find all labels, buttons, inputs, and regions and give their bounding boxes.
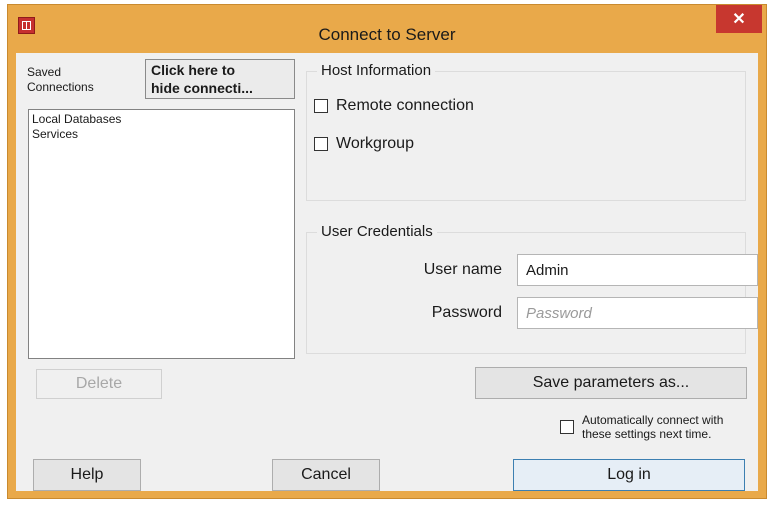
dialog-window: Connect to Server ✕ Saved Connections Cl… bbox=[7, 4, 767, 499]
dialog-body: Saved Connections Click here to hide con… bbox=[16, 53, 758, 491]
username-input[interactable] bbox=[517, 254, 758, 286]
cancel-button[interactable]: Cancel bbox=[272, 459, 380, 491]
delete-button[interactable]: Delete bbox=[36, 369, 162, 399]
auto-connect-checkbox[interactable] bbox=[560, 420, 574, 434]
list-item[interactable]: Services bbox=[32, 127, 291, 142]
login-button[interactable]: Log in bbox=[513, 459, 745, 491]
close-button[interactable]: ✕ bbox=[716, 5, 762, 33]
auto-connect-row[interactable]: Automatically connect with these setting… bbox=[560, 413, 723, 441]
user-credentials-title: User Credentials bbox=[317, 223, 437, 240]
workgroup-checkbox[interactable] bbox=[314, 137, 328, 151]
workgroup-label: Workgroup bbox=[336, 135, 414, 152]
saved-connections-label: Saved Connections bbox=[27, 65, 94, 94]
help-button[interactable]: Help bbox=[33, 459, 141, 491]
auto-connect-label: Automatically connect with these setting… bbox=[582, 413, 724, 441]
save-parameters-button[interactable]: Save parameters as... bbox=[475, 367, 747, 399]
remote-connection-checkbox[interactable] bbox=[314, 99, 328, 113]
password-input[interactable] bbox=[517, 297, 758, 329]
title-bar[interactable]: Connect to Server ✕ bbox=[8, 5, 766, 52]
remote-connection-label: Remote connection bbox=[336, 97, 474, 114]
host-information-title: Host Information bbox=[317, 62, 436, 79]
list-item[interactable]: Local Databases bbox=[32, 112, 291, 127]
host-information-group: Host Information Remote connection Workg… bbox=[306, 62, 746, 201]
workgroup-row[interactable]: Workgroup bbox=[314, 135, 414, 153]
user-credentials-group: User Credentials User name Password bbox=[306, 223, 758, 354]
remote-connection-row[interactable]: Remote connection bbox=[314, 97, 474, 115]
hide-connections-button[interactable]: Click here to hide connecti... bbox=[145, 59, 295, 99]
dialog-title: Connect to Server bbox=[318, 25, 456, 44]
saved-connections-list[interactable]: Local Databases Services bbox=[28, 109, 295, 359]
username-label: User name bbox=[423, 261, 502, 278]
password-label: Password bbox=[431, 304, 502, 321]
